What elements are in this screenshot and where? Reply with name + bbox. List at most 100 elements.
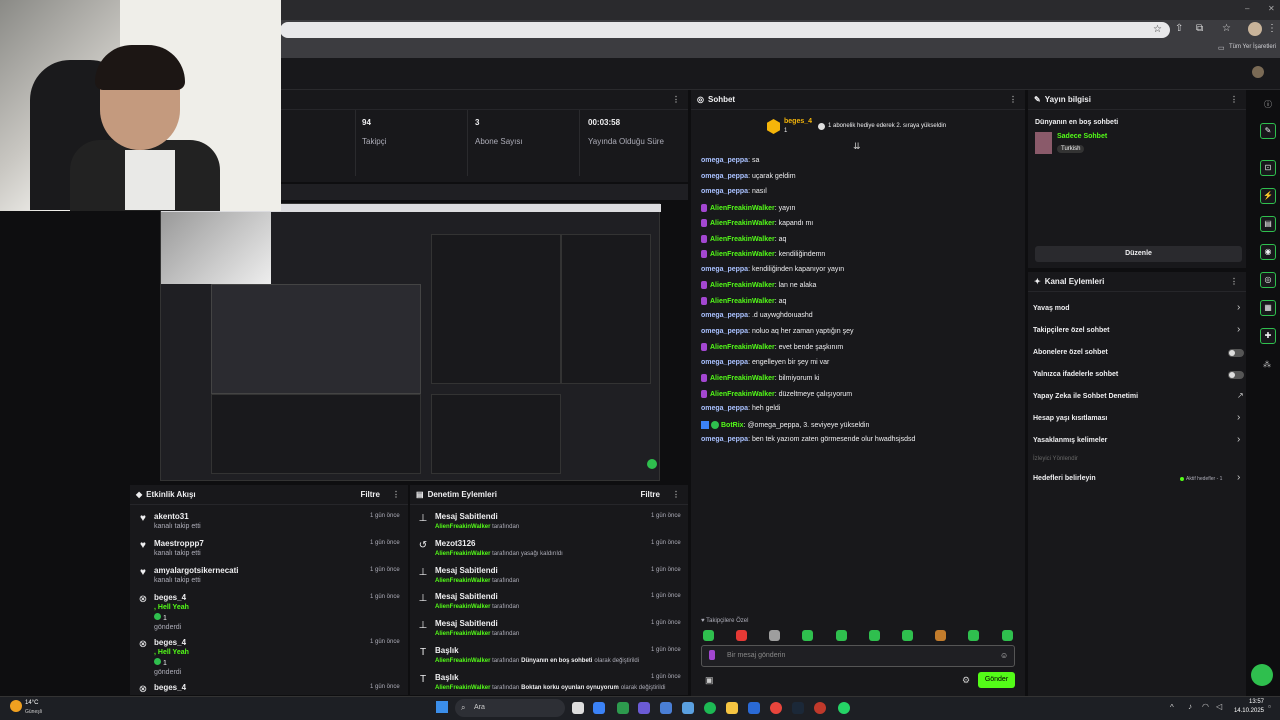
chat-username[interactable]: AlienFreakinWalker <box>710 297 775 304</box>
send-button[interactable]: Gönder <box>978 672 1015 688</box>
kebab-icon[interactable]: ⋮ <box>670 490 682 499</box>
whatsapp-icon[interactable] <box>838 702 850 714</box>
chat-username[interactable]: AlienFreakinWalker <box>710 282 775 289</box>
chat-username[interactable]: omega_peppa <box>701 188 748 195</box>
edit-button[interactable]: Düzenle <box>1035 246 1242 262</box>
mod-user[interactable]: AlienFreakinWalker <box>435 551 490 557</box>
wrench-icon[interactable]: ✚ <box>1260 328 1276 344</box>
emoji-picker-icon[interactable]: ☺ <box>1000 651 1008 660</box>
document-icon[interactable]: ▤ <box>1260 216 1276 232</box>
chat-username[interactable]: AlienFreakinWalker <box>710 390 775 397</box>
category-name[interactable]: Sadece Sohbet <box>1057 133 1107 140</box>
external-link-icon[interactable]: ↗ <box>1237 391 1244 400</box>
mic-icon[interactable]: ♪ <box>1188 702 1192 711</box>
toggle-switch[interactable] <box>1228 371 1244 379</box>
channel-action-item[interactable]: Abonelere özel sohbet <box>1033 349 1108 356</box>
gift-icon[interactable]: ▣ <box>705 675 714 686</box>
kebab-icon[interactable]: ⋮ <box>1228 277 1240 286</box>
minimize-icon[interactable]: – <box>1245 4 1249 13</box>
screen-icon[interactable]: ⊡ <box>1260 160 1276 176</box>
mod-user[interactable]: AlienFreakinWalker <box>435 578 490 584</box>
emote-icon[interactable] <box>902 630 913 641</box>
channel-action-item[interactable]: Hesap yaşı kısıtlaması <box>1033 415 1107 422</box>
notification-icon[interactable]: ▫ <box>1268 702 1271 711</box>
activity-filter-button[interactable]: Filtre <box>360 490 380 499</box>
channel-action-item[interactable]: Takipçilere özel sohbet <box>1033 327 1110 334</box>
activity-user[interactable]: beges_4 <box>154 683 186 692</box>
bolt-icon[interactable]: ⚡ <box>1260 188 1276 204</box>
chat-username[interactable]: AlienFreakinWalker <box>710 204 775 211</box>
tray-chevron-icon[interactable]: ^ <box>1170 703 1174 712</box>
apps-icon[interactable]: ⁂ <box>1263 360 1271 369</box>
taskbar-search[interactable] <box>455 699 565 717</box>
toggle-switch[interactable] <box>1228 349 1244 357</box>
channel-action-item[interactable]: Yapay Zeka ile Sohbet Denetimi <box>1033 393 1138 400</box>
chat-username[interactable]: omega_peppa <box>701 173 748 180</box>
address-bar[interactable] <box>280 22 1170 38</box>
chat-username[interactable]: AlienFreakinWalker <box>710 220 775 227</box>
activity-user[interactable]: beges_4 <box>154 638 189 647</box>
mod-user[interactable]: AlienFreakinWalker <box>435 524 490 530</box>
grid-icon[interactable]: ▦ <box>1260 300 1276 316</box>
mod-user[interactable]: AlienFreakinWalker <box>435 604 490 610</box>
star-icon[interactable]: ☆ <box>1153 24 1162 35</box>
close-window-icon[interactable]: ✕ <box>1268 4 1275 13</box>
kebab-icon[interactable]: ⋮ <box>390 490 402 499</box>
info-icon[interactable]: ⓘ <box>1264 99 1272 110</box>
kebab-icon[interactable]: ⋮ <box>1228 95 1240 104</box>
activity-user[interactable]: amyalargotsikernecati <box>154 566 239 575</box>
chat-username[interactable]: AlienFreakinWalker <box>710 375 775 382</box>
emote-icon[interactable] <box>802 630 813 641</box>
extensions-icon[interactable]: ⧉ <box>1196 23 1203 34</box>
emote-icon[interactable] <box>968 630 979 641</box>
task-view-icon[interactable] <box>572 702 584 714</box>
chat-username[interactable]: omega_peppa <box>701 266 748 273</box>
chat-username[interactable]: omega_peppa <box>701 359 748 366</box>
chevron-right-icon[interactable]: › <box>1237 412 1240 423</box>
obs-icon[interactable] <box>814 702 826 714</box>
mod-filter-button[interactable]: Filtre <box>640 490 660 499</box>
xbox-icon[interactable] <box>617 702 629 714</box>
kebab-icon[interactable]: ⋮ <box>670 95 682 104</box>
channel-action-item[interactable]: Yasaklanmış kelimeler <box>1033 437 1107 444</box>
file-explorer-icon[interactable] <box>726 702 738 714</box>
chat-username[interactable]: AlienFreakinWalker <box>710 235 775 242</box>
kebab-icon[interactable]: ⋮ <box>1007 95 1019 104</box>
mail-icon[interactable] <box>748 702 760 714</box>
chat-username[interactable]: omega_peppa <box>701 405 748 412</box>
spotify-icon[interactable] <box>704 702 716 714</box>
mod-user[interactable]: AlienFreakinWalker <box>435 658 490 664</box>
chrome-icon[interactable] <box>770 702 782 714</box>
channel-action-item[interactable]: Yavaş mod <box>1033 305 1070 312</box>
chat-fab-icon[interactable] <box>1251 664 1273 686</box>
all-bookmarks[interactable]: Tüm Yer İşaretleri <box>1229 44 1276 50</box>
clock-date[interactable]: 14.10.2025 <box>1232 708 1264 714</box>
chat-username[interactable]: BotRix <box>721 421 744 428</box>
chevron-right-icon[interactable]: › <box>1237 434 1240 445</box>
chat-settings-icon[interactable]: ⚙ <box>962 675 970 686</box>
mod-user[interactable]: AlienFreakinWalker <box>435 631 490 637</box>
emote-icon[interactable] <box>703 630 714 641</box>
activity-user[interactable]: akento31 <box>154 512 201 521</box>
menu-icon[interactable]: ⋮ <box>1267 23 1277 34</box>
chat-username[interactable]: omega_peppa <box>701 436 748 443</box>
wifi-icon[interactable]: ◠ <box>1202 702 1209 711</box>
windows-start-icon[interactable] <box>436 701 448 713</box>
chevron-right-icon[interactable]: › <box>1237 324 1240 335</box>
teams-icon[interactable] <box>638 702 650 714</box>
channel-action-item[interactable]: Yalnızca ifadelerle sohbet <box>1033 371 1118 378</box>
activity-user[interactable]: Maestroppp7 <box>154 539 204 548</box>
share-icon[interactable]: ⇧ <box>1175 23 1183 34</box>
pinned-user[interactable]: beges_4 <box>784 118 812 125</box>
activity-user[interactable]: beges_4 <box>154 593 189 602</box>
clock-time[interactable]: 13:57 <box>1232 699 1264 705</box>
emote-icon[interactable] <box>736 630 747 641</box>
chat-username[interactable]: omega_peppa <box>701 312 748 319</box>
chat-username[interactable]: AlienFreakinWalker <box>710 251 775 258</box>
steam-icon[interactable] <box>792 702 804 714</box>
emote-icon[interactable] <box>869 630 880 641</box>
volume-icon[interactable]: ◁ <box>1216 702 1222 711</box>
chat-username[interactable]: AlienFreakinWalker <box>710 344 775 351</box>
bookmark-icon[interactable]: ☆ <box>1222 23 1231 34</box>
emote-icon[interactable] <box>836 630 847 641</box>
